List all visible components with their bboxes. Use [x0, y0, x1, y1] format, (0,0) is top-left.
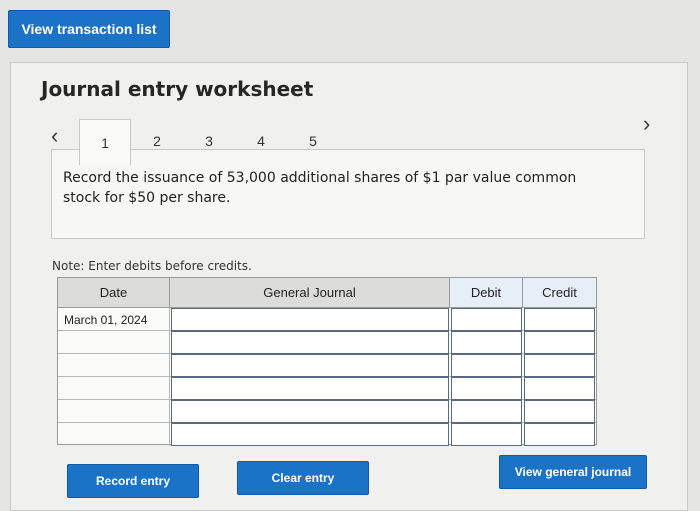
table-row — [58, 423, 596, 446]
debit-input[interactable] — [451, 308, 522, 331]
account-input[interactable] — [171, 400, 449, 423]
credit-input[interactable] — [524, 331, 595, 354]
table-row: March 01, 2024 — [58, 308, 596, 331]
table-row — [58, 331, 596, 354]
account-input[interactable] — [171, 377, 449, 400]
tab-1[interactable]: 1 — [79, 119, 131, 165]
credit-input[interactable] — [524, 400, 595, 423]
chevron-right-icon[interactable]: › — [643, 113, 650, 135]
prompt-text: Record the issuance of 53,000 additional… — [63, 170, 577, 206]
date-cell — [58, 423, 170, 446]
prompt-box: Record the issuance of 53,000 additional… — [51, 149, 645, 239]
account-input[interactable] — [171, 354, 449, 377]
date-cell — [58, 377, 170, 400]
debit-input[interactable] — [451, 423, 522, 446]
clear-entry-button[interactable]: Clear entry — [237, 461, 369, 495]
account-input[interactable] — [171, 423, 449, 446]
credit-input[interactable] — [524, 423, 595, 446]
journal-entry-panel: Journal entry worksheet ‹ › 1 2 3 4 5 Re… — [10, 62, 688, 511]
debit-input[interactable] — [451, 377, 522, 400]
record-entry-button[interactable]: Record entry — [67, 464, 199, 498]
chevron-left-icon[interactable]: ‹ — [51, 125, 58, 147]
account-input[interactable] — [171, 308, 449, 331]
credit-input[interactable] — [524, 354, 595, 377]
view-transaction-list-button[interactable]: View transaction list — [8, 10, 170, 48]
column-header-credit: Credit — [523, 278, 596, 308]
date-cell — [58, 400, 170, 423]
journal-table: Date General Journal Debit Credit March … — [57, 277, 597, 446]
debit-input[interactable] — [451, 354, 522, 377]
table-row — [58, 354, 596, 377]
credit-input[interactable] — [524, 377, 595, 400]
column-header-general-journal: General Journal — [170, 278, 450, 308]
column-header-debit: Debit — [450, 278, 523, 308]
date-cell — [58, 331, 170, 354]
debit-input[interactable] — [451, 331, 522, 354]
page-title: Journal entry worksheet — [41, 77, 314, 101]
column-header-date: Date — [58, 278, 170, 308]
debit-input[interactable] — [451, 400, 522, 423]
table-row — [58, 377, 596, 400]
credit-input[interactable] — [524, 308, 595, 331]
table-row — [58, 400, 596, 423]
date-cell: March 01, 2024 — [58, 308, 170, 331]
account-input[interactable] — [171, 331, 449, 354]
date-cell — [58, 354, 170, 377]
debit-credit-note: Note: Enter debits before credits. — [52, 259, 252, 273]
view-general-journal-button[interactable]: View general journal — [499, 455, 647, 489]
